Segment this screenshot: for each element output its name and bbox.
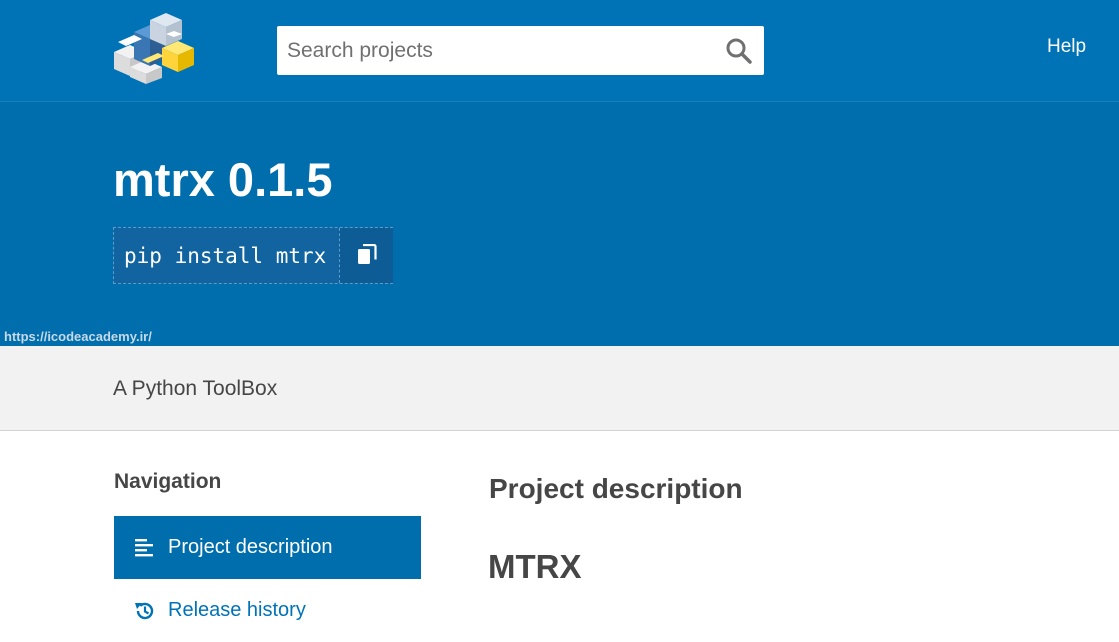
nav-item-label: Project description xyxy=(168,536,333,558)
copy-icon xyxy=(358,244,377,264)
readme-title: MTRX xyxy=(488,548,582,585)
package-summary: A Python ToolBox xyxy=(113,377,278,400)
package-title: mtrx 0.1.5 xyxy=(113,153,333,206)
align-left-icon xyxy=(135,539,153,557)
pip-command-text[interactable]: pip install mtrx xyxy=(124,244,326,268)
search-input[interactable] xyxy=(277,26,717,75)
nav-item-label: Release history xyxy=(168,599,306,621)
history-icon xyxy=(135,602,154,620)
copy-button[interactable] xyxy=(339,228,393,283)
project-description-heading: Project description xyxy=(489,473,743,504)
help-link[interactable]: Help xyxy=(1047,36,1086,58)
top-header: Help xyxy=(0,0,1119,102)
pypi-logo-icon[interactable] xyxy=(112,12,194,84)
search-bar xyxy=(277,26,764,75)
package-summary-bar: A Python ToolBox xyxy=(0,346,1119,431)
watermark-text: https://icodeacademy.ir/ xyxy=(4,329,152,344)
navigation-heading: Navigation xyxy=(114,470,222,493)
nav-item-release-history[interactable]: Release history xyxy=(114,579,421,642)
package-banner: mtrx 0.1.5 pip install mtrx https://icod… xyxy=(0,102,1119,346)
search-icon xyxy=(726,38,752,64)
pip-install-command: pip install mtrx xyxy=(113,227,393,284)
nav-item-project-description[interactable]: Project description xyxy=(114,516,421,579)
search-button[interactable] xyxy=(724,36,754,66)
